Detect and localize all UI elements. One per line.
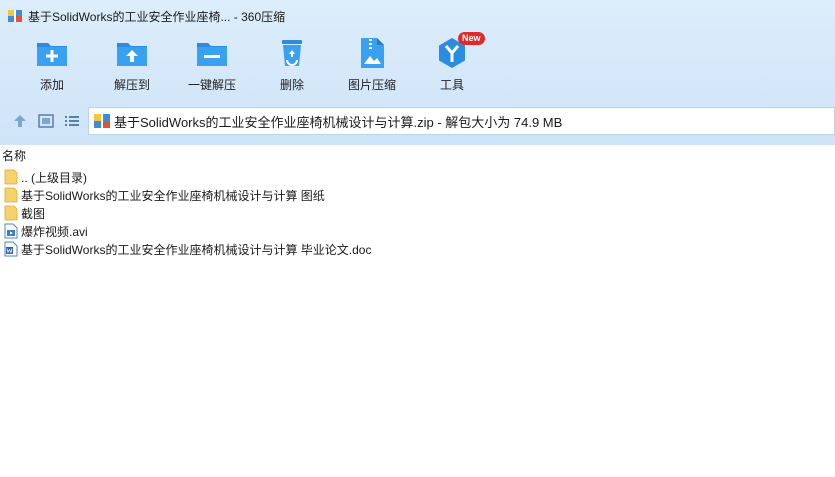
add-button[interactable]: 添加 bbox=[12, 36, 92, 98]
one-click-folder-icon bbox=[197, 43, 227, 66]
video-file-icon bbox=[4, 223, 18, 239]
image-compress-label: 图片压缩 bbox=[347, 78, 396, 92]
address-row: 基于SolidWorks的工业安全作业座椅机械设计与计算.zip - 解包大小为… bbox=[0, 106, 835, 136]
column-name-header[interactable]: 名称 bbox=[2, 147, 26, 164]
column-header-row: 名称 bbox=[0, 146, 835, 165]
recycle-bin-icon bbox=[282, 40, 302, 66]
file-name: .. (上级目录) bbox=[21, 170, 87, 185]
address-bar[interactable]: 基于SolidWorks的工业安全作业座椅机械设计与计算.zip - 解包大小为… bbox=[88, 107, 835, 135]
extract-to-label: 解压到 bbox=[113, 78, 150, 92]
list-item-video-file[interactable]: 爆炸视频.avi bbox=[0, 222, 835, 240]
new-badge: New bbox=[458, 32, 485, 45]
tools-label: 工具 bbox=[439, 78, 464, 92]
one-click-extract-button[interactable]: 一键解压 bbox=[172, 36, 252, 98]
image-compress-button[interactable]: 图片压缩 bbox=[332, 36, 412, 98]
window-chrome: 基于SolidWorks的工业安全作业座椅... - 360压缩 添加 解压到 bbox=[0, 0, 835, 145]
tools-button[interactable]: New 工具 bbox=[412, 32, 492, 98]
file-name: 基于SolidWorks的工业安全作业座椅机械设计与计算 毕业论文.doc bbox=[21, 242, 372, 257]
delete-button[interactable]: 删除 bbox=[252, 36, 332, 98]
list-item-parent-dir[interactable]: .. (上级目录) bbox=[0, 168, 835, 186]
folder-icon bbox=[4, 187, 18, 203]
list-item-doc-file[interactable]: 基于SolidWorks的工业安全作业座椅机械设计与计算 毕业论文.doc bbox=[0, 240, 835, 258]
file-name: 基于SolidWorks的工业安全作业座椅机械设计与计算 图纸 bbox=[21, 188, 325, 203]
up-arrow-icon[interactable] bbox=[12, 113, 28, 129]
add-label: 添加 bbox=[39, 78, 64, 92]
archive-app-icon bbox=[8, 10, 22, 22]
list-view-icon[interactable] bbox=[64, 113, 80, 129]
extract-to-button[interactable]: 解压到 bbox=[92, 36, 172, 98]
list-item-drawings-folder[interactable]: 基于SolidWorks的工业安全作业座椅机械设计与计算 图纸 bbox=[0, 186, 835, 204]
window-title: 基于SolidWorks的工业安全作业座椅... - 360压缩 bbox=[28, 9, 286, 24]
word-doc-icon bbox=[4, 241, 18, 257]
add-folder-icon bbox=[37, 43, 67, 66]
address-path: 基于SolidWorks的工业安全作业座椅机械设计与计算.zip - 解包大小为… bbox=[114, 114, 563, 130]
file-name: 爆炸视频.avi bbox=[21, 224, 88, 239]
folder-icon bbox=[4, 205, 18, 221]
list-item-screenshots-folder[interactable]: 截图 bbox=[0, 204, 835, 222]
title-bar: 基于SolidWorks的工业安全作业座椅... - 360压缩 bbox=[0, 0, 835, 32]
extract-folder-icon bbox=[117, 43, 147, 66]
toolbar: 添加 解压到 一键解压 删除 图片压缩 New 工具 bbox=[0, 32, 835, 100]
zip-file-icon bbox=[94, 114, 110, 128]
file-list: .. (上级目录) 基于SolidWorks的工业安全作业座椅机械设计与计算 图… bbox=[0, 168, 835, 258]
one-click-extract-label: 一键解压 bbox=[187, 78, 236, 92]
thumbnail-view-icon[interactable] bbox=[38, 113, 54, 129]
folder-icon bbox=[4, 169, 18, 185]
delete-label: 删除 bbox=[279, 78, 304, 92]
image-zip-icon bbox=[361, 38, 384, 68]
file-name: 截图 bbox=[21, 206, 46, 221]
